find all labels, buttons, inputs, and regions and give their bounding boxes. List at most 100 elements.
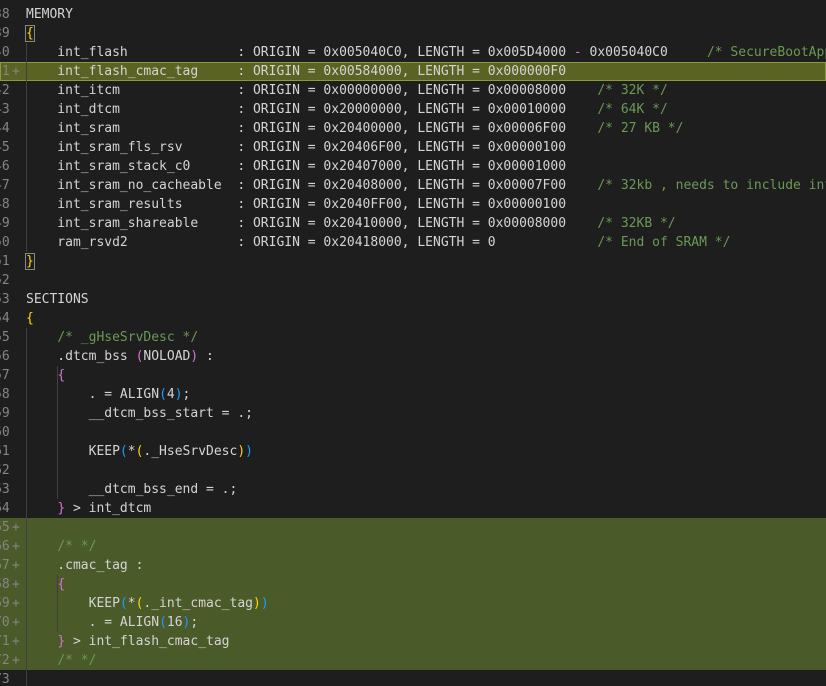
line-number: 50	[0, 235, 10, 250]
line-code: int_sram_stack_c0 : ORIGIN = 0x20407000,…	[26, 157, 566, 176]
line-number: 38	[0, 7, 10, 22]
code-line[interactable]: 58 . = ALIGN(4);	[0, 385, 826, 404]
code-line[interactable]: 47 int_sram_no_cacheable : ORIGIN = 0x20…	[0, 176, 826, 195]
code-comment: /* 32KB */	[597, 216, 676, 231]
code-token: int_sram_shareable : ORIGIN = 0x20410000…	[26, 216, 598, 231]
code-line[interactable]: 44 int_sram : ORIGIN = 0x20400000, LENGT…	[0, 119, 826, 138]
code-line[interactable]: 60	[0, 423, 826, 442]
code-line[interactable]: 68+ {	[0, 575, 826, 594]
code-token: (	[119, 444, 128, 459]
code-line[interactable]: 61 KEEP(*(._HseSrvDesc))	[0, 442, 826, 461]
code-line[interactable]: 39 {	[0, 24, 826, 43]
diff-added-marker: +	[12, 634, 20, 649]
line-number: 57	[0, 368, 10, 383]
code-line[interactable]: 63 __dtcm_bss_end = .;	[0, 480, 826, 499]
code-comment: /* 27 KB */	[597, 121, 684, 136]
code-line[interactable]: 42 int_itcm : ORIGIN = 0x00000000, LENGT…	[0, 81, 826, 100]
code-token: KEEP	[26, 444, 120, 459]
line-number: 54	[0, 311, 10, 326]
line-code: . = ALIGN(16);	[26, 613, 199, 632]
diff-added-marker: +	[12, 653, 20, 668]
code-line[interactable]: 46 int_sram_stack_c0 : ORIGIN = 0x204070…	[0, 157, 826, 176]
code-token: .cmac_tag	[26, 558, 136, 573]
code-token: )	[252, 596, 261, 611]
code-token: )	[237, 444, 246, 459]
diff-added-marker: +	[12, 596, 20, 611]
code-line[interactable]: 67+ .cmac_tag :	[0, 556, 826, 575]
line-code: /* */	[26, 651, 96, 670]
code-token: {	[25, 25, 35, 42]
code-line[interactable]: 53 SECTIONS	[0, 290, 826, 309]
line-code: ram_rsvd2 : ORIGIN = 0x20418000, LENGTH …	[26, 233, 730, 252]
line-number: 56	[0, 349, 10, 364]
code-line[interactable]: 48 int_sram_results : ORIGIN = 0x2040FF0…	[0, 195, 826, 214]
line-number: 39	[0, 26, 10, 41]
code-token: ;	[190, 615, 199, 630]
code-line[interactable]: 66+ /* */	[0, 537, 826, 556]
code-token: .dtcm_bss	[26, 349, 136, 364]
code-line[interactable]: 40 int_flash : ORIGIN = 0x005040C0, LENG…	[0, 43, 826, 62]
code-comment: /* _gHseSrvDesc */	[57, 330, 199, 345]
line-code: int_flash_cmac_tag : ORIGIN = 0x00584000…	[26, 62, 566, 81]
code-token: ._int_cmac_tag	[143, 596, 253, 611]
code-line[interactable]: 41+ int_flash_cmac_tag : ORIGIN = 0x0058…	[0, 62, 826, 81]
code-token: *	[127, 596, 136, 611]
code-line[interactable]: 38 MEMORY	[0, 5, 826, 24]
diff-added-marker: +	[12, 64, 20, 79]
code-line[interactable]: 55 /* _gHseSrvDesc */	[0, 328, 826, 347]
line-code: int_itcm : ORIGIN = 0x00000000, LENGTH =…	[26, 81, 668, 100]
code-line[interactable]: 69+ KEEP(*(._int_cmac_tag))	[0, 594, 826, 613]
code-line[interactable]: 70+ . = ALIGN(16);	[0, 613, 826, 632]
line-code: {	[26, 366, 65, 385]
line-number: 48	[0, 197, 10, 212]
code-comment: /* */	[57, 539, 97, 554]
code-token: > int_dtcm	[65, 501, 152, 516]
code-editor[interactable]: 38 MEMORY 39 {40 int_flash : ORIGIN = 0x005…	[0, 0, 826, 686]
line-code: }	[25, 252, 35, 271]
line-number: 52	[0, 273, 10, 288]
code-token: (	[159, 387, 167, 402]
line-number: 59	[0, 406, 10, 421]
line-code: int_sram_shareable : ORIGIN = 0x20410000…	[26, 214, 676, 233]
code-line[interactable]: 43 int_dtcm : ORIGIN = 0x20000000, LENGT…	[0, 100, 826, 119]
indent-guide	[26, 43, 27, 252]
code-line[interactable]: 62	[0, 461, 826, 480]
code-line[interactable]: 45 int_sram_fls_rsv : ORIGIN = 0x20406F0…	[0, 138, 826, 157]
diff-added-marker: +	[12, 539, 20, 554]
line-code: MEMORY	[26, 5, 73, 24]
line-code: int_sram : ORIGIN = 0x20400000, LENGTH =…	[26, 119, 683, 138]
line-code: __dtcm_bss_start = .;	[26, 404, 253, 423]
code-token: int_itcm : ORIGIN = 0x00000000, LENGTH =…	[26, 83, 598, 98]
code-token: :	[198, 349, 214, 364]
code-line[interactable]: 54 {	[0, 309, 826, 328]
code-line[interactable]: 56 .dtcm_bss (NOLOAD) :	[0, 347, 826, 366]
code-line[interactable]: 65+	[0, 518, 826, 537]
line-number: 45	[0, 140, 10, 155]
line-code: {	[26, 309, 34, 328]
code-line[interactable]: 64 } > int_dtcm	[0, 499, 826, 518]
code-token: NOLOAD	[143, 349, 191, 364]
code-token: )	[174, 387, 183, 402]
line-code: {	[26, 575, 65, 594]
code-line[interactable]: 51}	[0, 252, 826, 271]
code-line[interactable]: 52	[0, 271, 826, 290]
code-token: }	[57, 501, 66, 516]
code-line[interactable]: 71+ } > int_flash_cmac_tag	[0, 632, 826, 651]
code-line[interactable]: 50 ram_rsvd2 : ORIGIN = 0x20418000, LENG…	[0, 233, 826, 252]
code-line[interactable]: 59 __dtcm_bss_start = .;	[0, 404, 826, 423]
diff-added-marker: +	[12, 520, 20, 535]
line-number: 60	[0, 425, 10, 440]
code-token: MEMORY	[26, 7, 73, 22]
code-line[interactable]: 49 int_sram_shareable : ORIGIN = 0x20410…	[0, 214, 826, 233]
line-code: . = ALIGN(4);	[26, 385, 191, 404]
code-line[interactable]: 72+ /* */	[0, 651, 826, 670]
line-number: 64	[0, 501, 10, 516]
code-line[interactable]: 73	[0, 670, 826, 686]
code-token: -	[573, 45, 582, 60]
code-line[interactable]: 57 {	[0, 366, 826, 385]
indent-guide	[57, 366, 58, 499]
